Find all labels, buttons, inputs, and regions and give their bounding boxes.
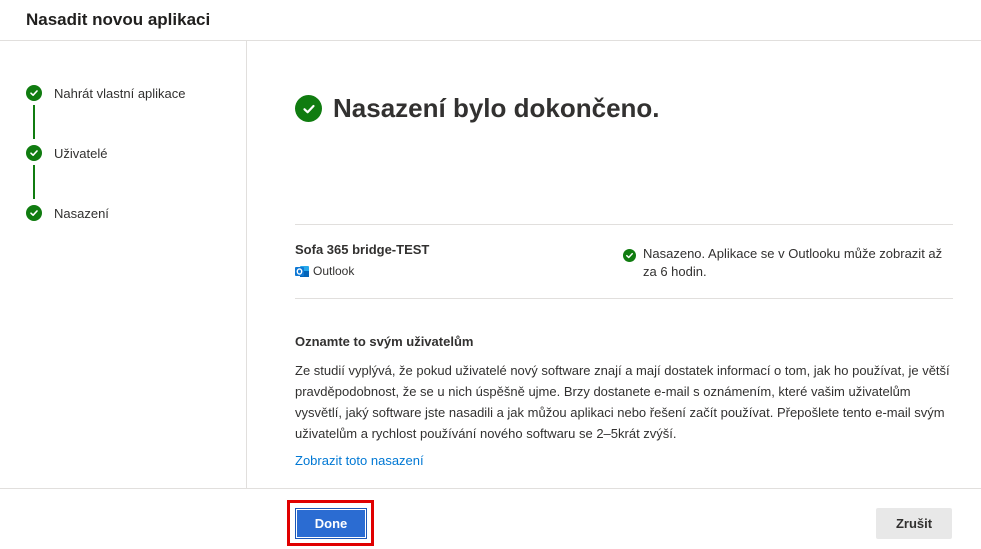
notify-description: Ze studií vyplývá, že pokud uživatelé no…: [295, 363, 950, 441]
wizard-steps: Nahrát vlastní aplikace Uživatelé Nasaze…: [0, 41, 247, 488]
deployment-status: Nasazeno. Aplikace se v Outlooku může zo…: [623, 245, 953, 281]
step-connector: [33, 165, 35, 199]
step-deployment: Nasazení: [26, 204, 109, 222]
page-title: Nasazení bylo dokončeno.: [333, 93, 660, 123]
outlook-icon: [295, 265, 309, 278]
check-circle-icon: [623, 249, 636, 262]
check-circle-icon: [26, 145, 42, 161]
step-label: Uživatelé: [54, 145, 108, 161]
app-name: Sofa 365 bridge-TEST: [295, 242, 430, 257]
check-circle-icon: [26, 85, 42, 101]
panel-footer: Done Zrušit: [0, 488, 981, 549]
app-host-label: Outlook: [313, 264, 355, 278]
cancel-button[interactable]: Zrušit: [876, 508, 952, 539]
step-connector: [33, 105, 35, 139]
status-text: Nasazeno. Aplikace se v Outlooku může zo…: [643, 246, 943, 279]
notify-heading: Oznamte to svým uživatelům: [295, 334, 474, 349]
done-button[interactable]: Done: [295, 508, 367, 539]
check-circle-icon: [26, 205, 42, 221]
divider: [295, 298, 953, 299]
divider: [295, 224, 953, 225]
app-host: Outlook: [295, 264, 354, 278]
step-users: Uživatelé: [26, 144, 107, 162]
step-upload: Nahrát vlastní aplikace: [26, 84, 186, 102]
panel-header: Nasadit novou aplikaci: [0, 0, 981, 41]
view-deployment-link[interactable]: Zobrazit toto nasazení: [295, 453, 424, 468]
panel-title: Nasadit novou aplikaci: [26, 10, 211, 29]
completion-heading: Nasazení bylo dokončeno.: [295, 93, 660, 124]
step-label: Nasazení: [54, 205, 109, 221]
step-label: Nahrát vlastní aplikace: [54, 85, 186, 101]
success-check-icon: [295, 95, 322, 122]
main-content: Nasazení bylo dokončeno. Sofa 365 bridge…: [247, 41, 981, 488]
